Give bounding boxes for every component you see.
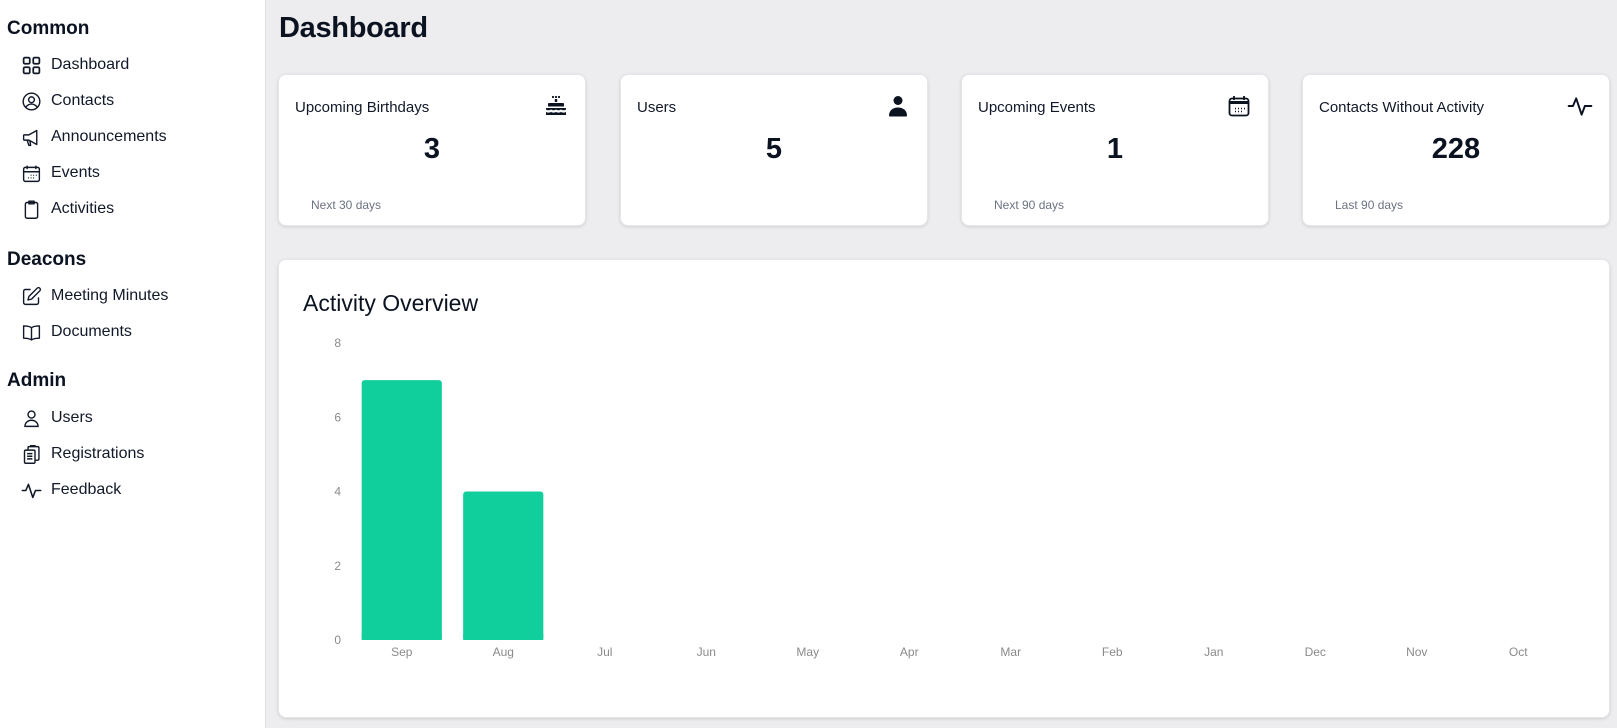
stat-subtitle: Last 90 days <box>1335 198 1404 212</box>
page-title: Dashboard <box>279 12 428 44</box>
activity-pulse-icon <box>20 479 42 501</box>
user-solid-icon <box>885 93 911 119</box>
sidebar-item-documents[interactable]: Documents <box>20 318 132 346</box>
clipboard-icon <box>20 198 42 220</box>
pencil-square-icon <box>20 285 42 307</box>
user-circle-icon <box>20 90 42 112</box>
sidebar-item-registrations[interactable]: Registrations <box>20 440 144 468</box>
clipboard-document-list-icon <box>20 443 42 465</box>
x-tick-label: Mar <box>1000 645 1021 659</box>
bar-base-sep <box>361 634 442 640</box>
x-tick-label: Feb <box>1102 645 1123 659</box>
sidebar-item-label: Dashboard <box>51 56 130 73</box>
y-tick-label: 0 <box>334 633 341 647</box>
sidebar-item-label: Announcements <box>51 128 167 145</box>
activity-pulse-icon <box>1567 93 1593 119</box>
x-tick-label: Aug <box>493 645 514 659</box>
sidebar-item-label: Contacts <box>51 92 115 109</box>
sidebar-section-common-title: Common <box>7 18 90 39</box>
stat-title: Upcoming Events <box>978 99 1096 116</box>
x-tick-label: Apr <box>900 645 919 659</box>
stat-value: 5 <box>765 133 783 165</box>
x-tick-label: Sep <box>391 645 413 659</box>
stat-subtitle: Next 30 days <box>311 198 382 212</box>
y-tick-label: 8 <box>334 336 341 350</box>
activity-bar-chart: 0 2 4 6 8 Sep Aug Jul Jun May Apr Mar Feb Jan Dec Nov Oc… <box>334 336 1528 659</box>
sidebar-item-dashboard[interactable]: Dashboard <box>20 51 129 79</box>
stat-title: Upcoming Birthdays <box>295 99 430 116</box>
x-tick-label: Jul <box>597 645 612 659</box>
stat-value: 228 <box>1431 133 1481 165</box>
x-tick-label: Dec <box>1305 645 1326 659</box>
stat-subtitle: Next 90 days <box>994 198 1065 212</box>
x-tick-label: Jan <box>1204 645 1223 659</box>
sidebar-section-admin-title: Admin <box>7 370 67 391</box>
x-tick-label: Nov <box>1406 645 1427 659</box>
book-open-icon <box>20 321 42 343</box>
sidebar-item-meeting-minutes[interactable]: Meeting Minutes <box>20 282 168 310</box>
stat-card-contacts-without-activity[interactable]: Contacts Without Activity 228 Last 90 da… <box>1302 74 1610 226</box>
stat-value: 1 <box>1106 133 1124 165</box>
calendar-icon <box>1226 93 1252 119</box>
bar-sep[interactable] <box>361 380 442 640</box>
y-tick-label: 4 <box>334 485 341 499</box>
birthday-cake-icon <box>543 93 569 119</box>
sidebar-item-label: Registrations <box>51 445 145 462</box>
stat-card-users[interactable]: Users 5 <box>620 74 928 226</box>
x-tick-label: Oct <box>1509 645 1528 659</box>
sidebar-item-label: Feedback <box>51 481 122 498</box>
stat-value: 3 <box>423 133 441 165</box>
y-tick-label: 6 <box>334 410 341 424</box>
stat-card-upcoming-events[interactable]: Upcoming Events 1 Next 90 days <box>961 74 1269 226</box>
sidebar-item-events[interactable]: Events <box>20 159 100 187</box>
sidebar-item-label: Activities <box>51 200 115 217</box>
megaphone-icon <box>20 126 42 148</box>
bar-aug[interactable] <box>463 491 544 641</box>
user-icon <box>20 407 42 429</box>
sidebar-item-label: Meeting Minutes <box>51 287 169 304</box>
sidebar: Common Dashboard Contacts Announcements … <box>0 0 266 728</box>
y-tick-label: 2 <box>334 559 341 573</box>
sidebar-item-contacts[interactable]: Contacts <box>20 87 114 115</box>
sidebar-section-deacons-title: Deacons <box>7 249 87 270</box>
sidebar-item-activities[interactable]: Activities <box>20 195 114 223</box>
stat-title: Contacts Without Activity <box>1319 99 1485 116</box>
dashboard-grid-icon <box>20 54 42 76</box>
main-content: Dashboard Upcoming Birthdays 3 Next 30 d… <box>266 0 1617 728</box>
sidebar-item-announcements[interactable]: Announcements <box>20 123 167 151</box>
x-tick-label: Jun <box>697 645 716 659</box>
sidebar-item-label: Events <box>51 164 100 181</box>
stat-title: Users <box>637 99 677 116</box>
stat-card-upcoming-birthdays[interactable]: Upcoming Birthdays 3 Next 30 days <box>278 74 586 226</box>
x-tick-label: May <box>796 645 819 659</box>
activity-overview-card: Activity Overview 0 2 4 6 8 Sep Aug Jul Jun May Ap… <box>278 259 1610 718</box>
sidebar-item-feedback[interactable]: Feedback <box>20 476 121 504</box>
sidebar-item-label: Documents <box>51 323 132 340</box>
sidebar-item-users[interactable]: Users <box>20 404 93 432</box>
bar-base-aug <box>463 634 544 640</box>
calendar-icon <box>20 162 42 184</box>
sidebar-item-label: Users <box>51 409 93 426</box>
